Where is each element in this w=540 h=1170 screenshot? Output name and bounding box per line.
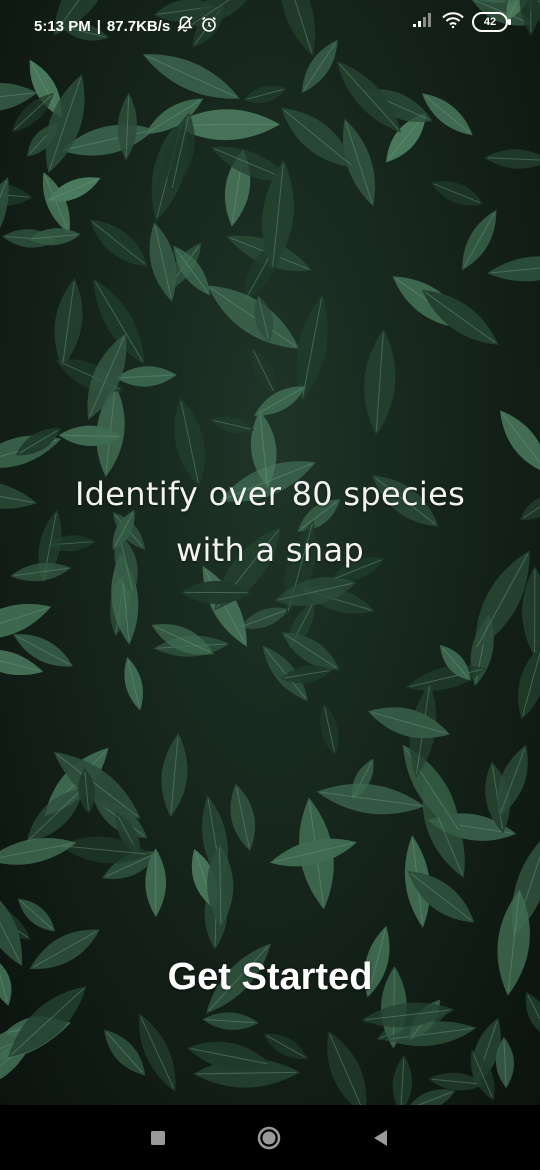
get-started-button[interactable]: Get Started (130, 950, 410, 1004)
leaf (54, 278, 83, 368)
leaf (202, 1012, 259, 1030)
splash-screen: 5:13 PM | 87.7KB/s 42 Identify over 80 s… (0, 0, 540, 1170)
leaf (263, 1033, 309, 1059)
alarm-icon (200, 15, 218, 37)
leaf (487, 256, 540, 282)
leaf (368, 707, 450, 739)
leaf (124, 657, 143, 711)
leaf (484, 149, 540, 169)
leaf (251, 347, 276, 395)
back-icon[interactable] (368, 1125, 394, 1151)
status-net-speed: 87.7KB/s (106, 17, 171, 35)
headline-line-1: Identify over 80 species (74, 475, 466, 513)
recent-apps-icon[interactable] (145, 1125, 171, 1151)
wifi-icon (442, 12, 464, 32)
headline-line-2: with a snap (175, 531, 365, 569)
battery-icon: 42 (472, 12, 511, 32)
headline: Identify over 80 species with a snap (0, 466, 540, 578)
leaf (8, 985, 87, 1058)
notifications-muted-icon (176, 15, 194, 37)
leaf (518, 643, 540, 720)
leaf (462, 209, 497, 271)
leaf (42, 171, 70, 234)
leaf (243, 85, 287, 103)
navigation-bar (0, 1105, 540, 1170)
leaf (210, 416, 255, 434)
leaf (0, 959, 12, 1006)
leaf (364, 328, 396, 436)
leaf (327, 1031, 367, 1105)
battery-level: 42 (483, 16, 497, 28)
status-bar: 5:13 PM | 87.7KB/s 42 (0, 0, 540, 50)
leaf (316, 783, 425, 815)
leaf (29, 929, 100, 969)
leaf (230, 783, 256, 852)
home-icon[interactable] (256, 1125, 282, 1151)
leaf (89, 219, 148, 267)
leaf (320, 703, 339, 756)
leaf (525, 991, 540, 1040)
status-separator: | (96, 17, 101, 35)
leaf (161, 733, 188, 818)
signal-icon (412, 12, 434, 32)
leaf (430, 181, 484, 206)
status-time: 5:13 PM (34, 17, 91, 35)
leaf (115, 366, 177, 387)
leaf (392, 1055, 413, 1105)
